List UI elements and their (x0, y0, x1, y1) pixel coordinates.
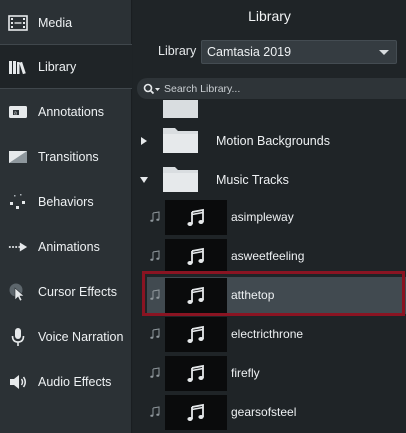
music-note-icon (187, 286, 204, 304)
music-note-icon (150, 211, 160, 222)
folder-row-music-tracks[interactable]: Music Tracks (133, 160, 406, 199)
track-thumbnail (165, 200, 227, 235)
music-note-icon (187, 364, 204, 382)
folder-row-motion-backgrounds[interactable]: Motion Backgrounds (133, 121, 406, 160)
folder-icon (163, 128, 198, 153)
music-note-icon (150, 250, 160, 261)
sidebar-item-label: Media (38, 15, 73, 30)
music-note-icon (150, 289, 160, 300)
behaviors-icon (8, 192, 28, 212)
animation-arrow-icon (8, 237, 28, 257)
music-note-icon (150, 406, 160, 417)
track-row-electricthrone[interactable]: electricthrone (147, 316, 406, 353)
sidebar-item-library[interactable]: Library (0, 44, 132, 89)
sidebar-item-label: Annotations (38, 104, 105, 119)
sidebar-item-label: Behaviors (38, 194, 94, 209)
sidebar-item-audio-effects[interactable]: Audio Effects (0, 359, 132, 404)
music-note-icon (187, 325, 204, 343)
music-note-icon (150, 367, 160, 378)
sidebar-item-annotations[interactable]: a Annotations (0, 89, 132, 134)
track-thumbnail (165, 356, 227, 391)
track-label: electricthrone (231, 327, 304, 341)
sidebar-item-label: Library (38, 59, 77, 74)
sidebar-item-animations[interactable]: Animations (0, 224, 132, 269)
folder-icon (163, 100, 198, 118)
chevron-down-icon[interactable] (140, 175, 148, 185)
sidebar-item-voice-narration[interactable]: Voice Narration (0, 314, 132, 359)
speaker-icon (8, 372, 28, 392)
track-thumbnail (165, 239, 227, 274)
chevron-right-icon[interactable] (140, 136, 148, 146)
svg-text:a: a (14, 110, 17, 116)
music-note-icon (150, 328, 160, 339)
track-row-asweetfeeling[interactable]: asweetfeeling (147, 238, 406, 275)
track-thumbnail (165, 317, 227, 352)
track-row-gearsofsteel[interactable]: gearsofsteel (147, 394, 406, 431)
sidebar-item-label: Audio Effects (38, 374, 112, 389)
track-label: firefly (231, 366, 260, 380)
chevron-down-icon (379, 50, 389, 55)
sidebar-item-behaviors[interactable]: Behaviors (0, 179, 132, 224)
track-row-firefly[interactable]: firefly (147, 355, 406, 392)
library-list: Motion Backgrounds Music Tracks asimplew… (133, 100, 406, 433)
sidebar-item-label: Transitions (38, 149, 99, 164)
track-thumbnail (165, 395, 227, 430)
track-label: asimpleway (231, 210, 294, 224)
library-selected-value: Camtasia 2019 (207, 45, 292, 59)
sidebar-item-media[interactable]: Media (0, 0, 132, 45)
folder-icon (163, 167, 198, 192)
film-strip-icon (8, 13, 28, 33)
transition-icon (8, 147, 28, 167)
folder-label: Music Tracks (216, 172, 289, 187)
sidebar-item-transitions[interactable]: Transitions (0, 134, 132, 179)
books-icon (8, 57, 28, 77)
track-row-asimpleway[interactable]: asimpleway (147, 199, 406, 236)
sidebar-item-label: Animations (38, 239, 100, 254)
annotation-icon: a (8, 102, 28, 122)
microphone-icon (8, 327, 28, 347)
search-icon[interactable] (143, 82, 161, 96)
sidebar-item-label: Cursor Effects (38, 284, 117, 299)
search-input[interactable]: Search Library... (137, 78, 406, 99)
track-label: gearsofsteel (231, 405, 297, 419)
folder-label: Motion Backgrounds (216, 133, 330, 148)
cursor-icon (8, 282, 28, 302)
panel-title: Library (248, 8, 291, 24)
library-panel: Library Library Camtasia 2019 Search Lib… (133, 0, 406, 433)
music-note-icon (187, 403, 204, 421)
track-label: atthetop (231, 288, 275, 302)
track-label: asweetfeeling (231, 249, 305, 263)
track-thumbnail (165, 278, 227, 313)
sidebar-item-label: Voice Narration (38, 329, 124, 344)
library-dropdown[interactable]: Camtasia 2019 (201, 40, 397, 64)
music-note-icon (187, 208, 204, 226)
search-placeholder: Search Library... (164, 82, 241, 95)
music-note-icon (187, 247, 204, 265)
sidebar: Media Library a Annotations Transitions … (0, 0, 132, 433)
sidebar-item-cursor-effects[interactable]: Cursor Effects (0, 269, 132, 314)
library-label: Library (158, 44, 197, 58)
track-row-atthetop[interactable]: atthetop (147, 277, 406, 314)
